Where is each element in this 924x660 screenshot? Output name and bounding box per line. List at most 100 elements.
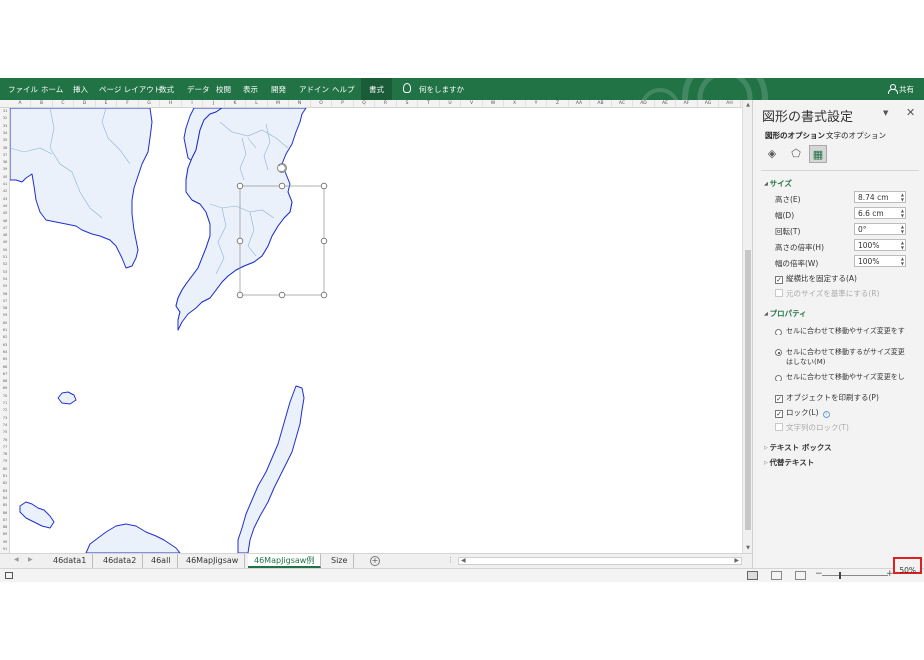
resize-handle-w[interactable]	[236, 237, 244, 245]
row-header[interactable]: 81	[0, 473, 9, 480]
tab-file[interactable]: ファイル	[8, 78, 38, 100]
column-header[interactable]: E	[96, 100, 117, 107]
tab-home[interactable]: ホーム	[41, 78, 63, 100]
row-header[interactable]: 40	[0, 174, 9, 181]
row-header[interactable]: 36	[0, 145, 9, 152]
tab-format[interactable]: 書式	[361, 78, 392, 100]
row-header[interactable]: 87	[0, 517, 9, 524]
share-button[interactable]: 共有	[888, 78, 914, 100]
row-header[interactable]: 90	[0, 539, 9, 546]
sheet-tab-46mapjigsaw-example[interactable]: 46MapJigsaw例	[248, 554, 322, 568]
column-header[interactable]: Y	[526, 100, 547, 107]
zoom-slider[interactable]	[822, 572, 888, 579]
map-island-long[interactable]	[237, 385, 305, 553]
textbox-section-header[interactable]: テキスト ボックス	[764, 442, 831, 453]
height-spinner-icon[interactable]: ▲ ▼	[901, 192, 904, 202]
tab-view[interactable]: 表示	[243, 78, 258, 100]
row-header[interactable]: 56	[0, 291, 9, 298]
row-header[interactable]: 35	[0, 137, 9, 144]
row-header[interactable]: 67	[0, 371, 9, 378]
info-icon[interactable]: i	[822, 411, 830, 418]
resize-handle-e[interactable]	[320, 237, 328, 245]
row-header[interactable]: 68	[0, 378, 9, 385]
properties-section-header[interactable]: プロパティ	[764, 308, 807, 319]
column-header[interactable]: I	[182, 100, 203, 107]
column-header[interactable]: D	[75, 100, 96, 107]
row-header[interactable]: 46	[0, 218, 9, 225]
column-header[interactable]: H	[161, 100, 182, 107]
row-header[interactable]: 52	[0, 261, 9, 268]
row-header[interactable]: 32	[0, 115, 9, 122]
lock-aspect-checkbox[interactable]: ✓ 縦横比を固定する(A)	[775, 273, 857, 284]
sheet-tab-46data2[interactable]: 46data2	[97, 554, 144, 568]
column-header[interactable]: Z	[548, 100, 569, 107]
row-header[interactable]: 41	[0, 181, 9, 188]
prev-sheet-icon[interactable]: ◀	[14, 556, 19, 563]
lock-text-checkbox[interactable]: 文字列のロック(T)	[775, 422, 849, 433]
zoom-level[interactable]: 50%	[893, 557, 922, 574]
height-input[interactable]: 8.74 cm ▲ ▼	[854, 191, 906, 203]
scroll-down-icon[interactable]: ▼	[745, 545, 751, 551]
macro-record-icon[interactable]	[5, 572, 13, 579]
row-header[interactable]: 65	[0, 356, 9, 363]
tab-help[interactable]: ヘルプ	[332, 78, 355, 100]
row-header[interactable]: 62	[0, 334, 9, 341]
row-header[interactable]: 39	[0, 166, 9, 173]
map-region-bottom[interactable]	[85, 523, 181, 553]
row-header[interactable]: 60	[0, 320, 9, 327]
column-header[interactable]: L	[247, 100, 268, 107]
column-header[interactable]: F	[118, 100, 139, 107]
row-header[interactable]: 59	[0, 312, 9, 319]
effects-icon[interactable]: ⬠	[787, 145, 805, 163]
row-header[interactable]: 31	[0, 108, 9, 115]
row-header[interactable]: 85	[0, 502, 9, 509]
column-header[interactable]: R	[376, 100, 397, 107]
row-header[interactable]: 79	[0, 458, 9, 465]
row-header[interactable]: 58	[0, 305, 9, 312]
scale-width-spinner-icon[interactable]: ▲ ▼	[901, 256, 904, 266]
column-header[interactable]: T	[419, 100, 440, 107]
row-header[interactable]: 83	[0, 488, 9, 495]
row-header[interactable]: 77	[0, 444, 9, 451]
row-header[interactable]: 69	[0, 385, 9, 392]
row-header[interactable]: 57	[0, 298, 9, 305]
scroll-right-icon[interactable]: ▶	[734, 557, 739, 564]
map-island-sw[interactable]	[19, 501, 55, 529]
sheet-tab-size[interactable]: Size	[325, 554, 355, 568]
column-header[interactable]: A	[10, 100, 31, 107]
row-header[interactable]: 80	[0, 466, 9, 473]
row-header[interactable]: 72	[0, 407, 9, 414]
text-options-tab[interactable]: 文字のオプション	[826, 130, 886, 141]
row-header[interactable]: 71	[0, 400, 9, 407]
resize-handle-sw[interactable]	[236, 291, 244, 299]
resize-handle-nw[interactable]	[236, 182, 244, 190]
tab-addins[interactable]: アドイン	[299, 78, 329, 100]
resize-handle-n[interactable]	[278, 182, 286, 190]
map-island-small[interactable]	[57, 391, 77, 405]
close-icon[interactable]: ✕	[906, 106, 915, 119]
rotation-input[interactable]: 0° ▲ ▼	[854, 223, 906, 235]
resize-handle-se[interactable]	[320, 291, 328, 299]
sheet-tab-46all[interactable]: 46all	[145, 554, 178, 568]
row-header[interactable]: 82	[0, 480, 9, 487]
column-header[interactable]: AA	[569, 100, 590, 107]
column-header[interactable]: J	[204, 100, 225, 107]
shape-options-tab[interactable]: 図形のオプション	[765, 130, 825, 141]
row-header[interactable]: 33	[0, 123, 9, 130]
column-header[interactable]: AE	[655, 100, 676, 107]
scroll-up-icon[interactable]: ▲	[745, 102, 751, 108]
move-size-radio[interactable]: セルに合わせて移動やサイズ変更をする(S)	[775, 326, 910, 335]
tab-formulas[interactable]: 数式	[159, 78, 174, 100]
scale-height-input[interactable]: 100% ▲ ▼	[854, 239, 906, 251]
row-header[interactable]: 88	[0, 524, 9, 531]
row-header[interactable]: 73	[0, 415, 9, 422]
resize-handle-s[interactable]	[278, 291, 286, 299]
row-header[interactable]: 55	[0, 283, 9, 290]
column-header[interactable]: S	[397, 100, 418, 107]
horizontal-scrollbar[interactable]: ◀ ▶	[458, 557, 742, 565]
row-header[interactable]: 86	[0, 510, 9, 517]
row-header[interactable]: 78	[0, 451, 9, 458]
zoom-out-button[interactable]: −	[815, 569, 823, 579]
row-header[interactable]: 70	[0, 393, 9, 400]
tab-split-handle[interactable]: ⋮	[447, 556, 454, 564]
